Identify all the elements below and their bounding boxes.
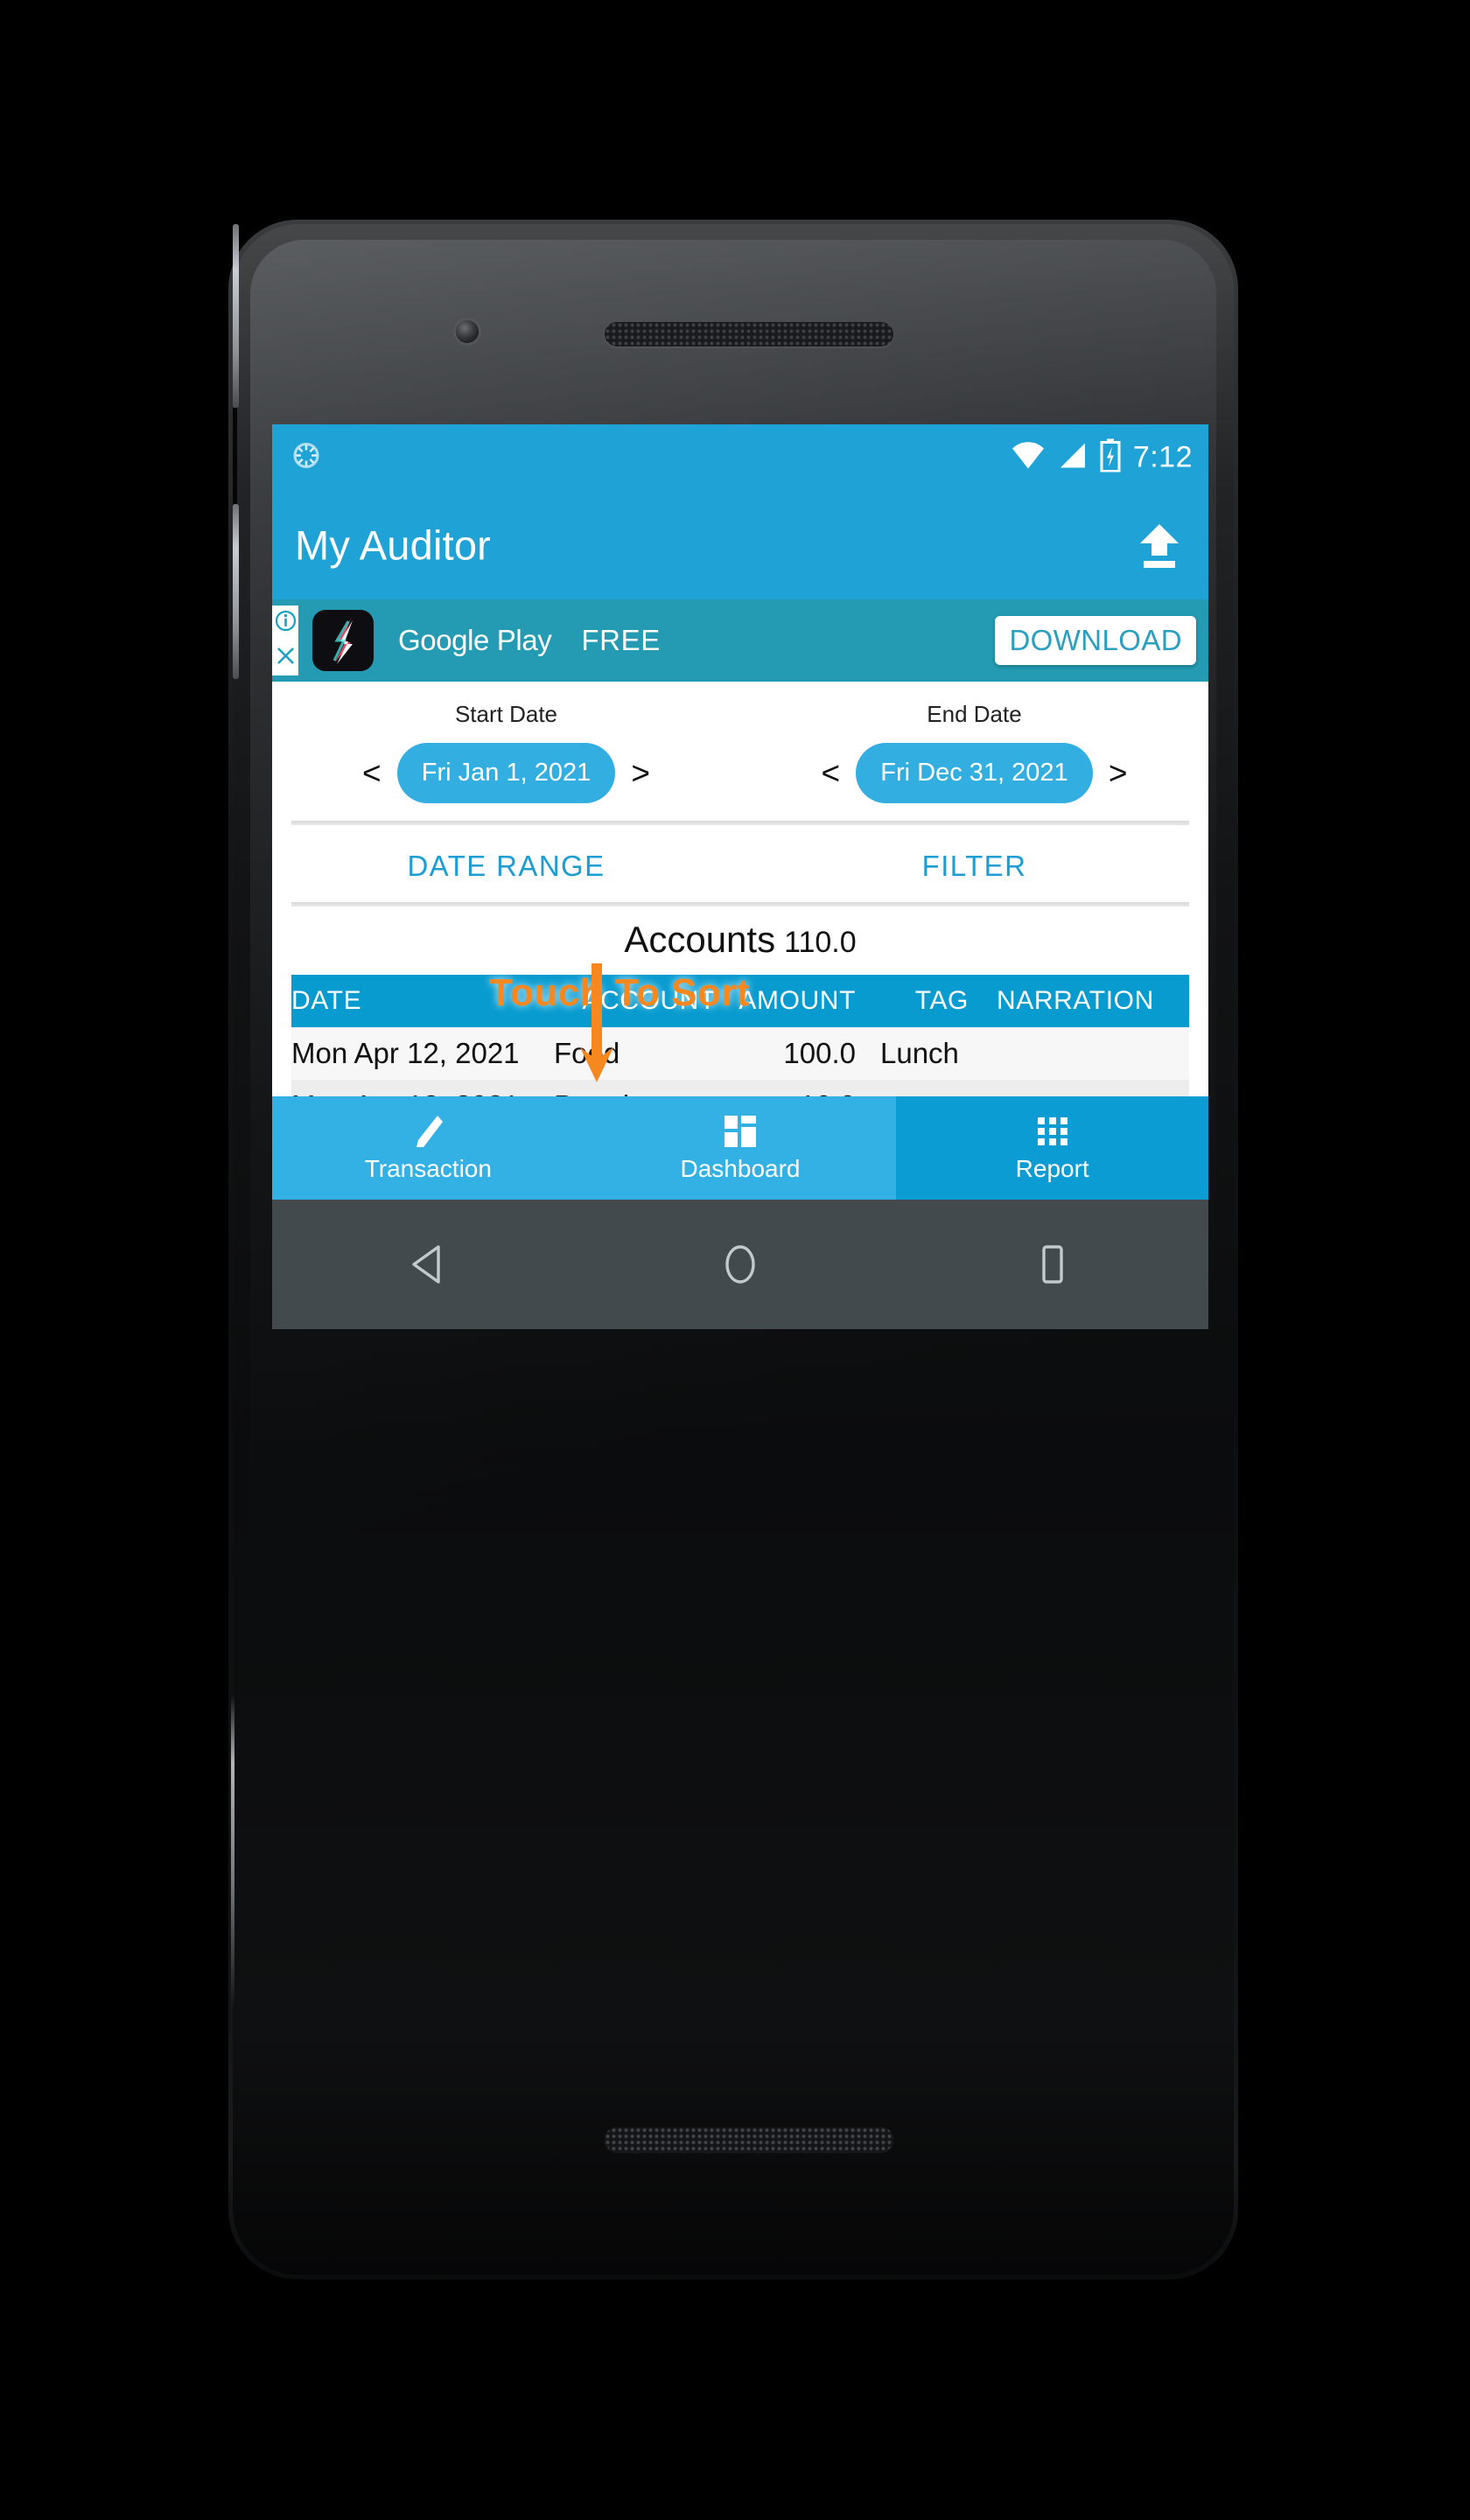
ad-store-label: Google Play bbox=[398, 624, 552, 656]
grid-icon bbox=[1035, 1113, 1070, 1150]
ad-price-label: FREE bbox=[581, 624, 661, 656]
section-header-accounts[interactable]: Accounts 110.0 bbox=[272, 906, 1208, 975]
start-date-prev-button[interactable]: < bbox=[360, 757, 383, 789]
phone-bezel: 7:12 My Auditor Google Play FREE DOWNLOA… bbox=[231, 224, 1234, 2275]
recents-square-icon[interactable] bbox=[1029, 1241, 1076, 1288]
sync-spinner-icon bbox=[291, 441, 321, 475]
status-bar: 7:12 bbox=[272, 424, 1208, 491]
date-range-row: Start Date < Fri Jan 1, 2021 > End Date … bbox=[272, 682, 1208, 803]
bottom-nav-transaction[interactable]: Transaction bbox=[272, 1096, 584, 1200]
status-bar-indicators: 7:12 bbox=[1011, 438, 1193, 477]
phone-device-frame: 7:12 My Auditor Google Play FREE DOWNLOA… bbox=[226, 217, 1241, 2282]
bottom-nav: Transaction Dashboard Report bbox=[272, 1096, 1208, 1200]
start-date-picker: Start Date < Fri Jan 1, 2021 > bbox=[272, 701, 740, 803]
upload-icon[interactable] bbox=[1133, 521, 1186, 570]
home-circle-icon[interactable] bbox=[717, 1241, 764, 1288]
phone-screen: 7:12 My Auditor Google Play FREE DOWNLOA… bbox=[272, 424, 1208, 1329]
bottom-nav-dashboard-label: Dashboard bbox=[680, 1155, 801, 1182]
info-icon[interactable] bbox=[275, 610, 297, 636]
phone-right-recess bbox=[233, 408, 237, 504]
close-icon[interactable] bbox=[275, 645, 297, 671]
section-total-accounts: 110.0 bbox=[784, 926, 857, 959]
section-title-accounts: Accounts bbox=[624, 919, 776, 960]
start-date-next-button[interactable]: > bbox=[629, 757, 652, 789]
dashboard-icon bbox=[723, 1113, 758, 1150]
end-date-label: End Date bbox=[927, 701, 1022, 727]
end-date-next-button[interactable]: > bbox=[1107, 757, 1130, 789]
end-date-value[interactable]: Fri Dec 31, 2021 bbox=[856, 743, 1093, 803]
ad-text: Google Play FREE bbox=[398, 624, 661, 657]
table-row[interactable]: Mon Apr 12, 2021 Food 100.0 Lunch bbox=[291, 1027, 1189, 1080]
tab-bar: DATE RANGE FILTER bbox=[272, 825, 1208, 902]
power-button[interactable] bbox=[233, 224, 239, 408]
phone-left-highlight bbox=[231, 1694, 234, 2009]
end-date-prev-button[interactable]: < bbox=[819, 757, 842, 789]
status-bar-time: 7:12 bbox=[1132, 440, 1193, 474]
cell-signal-icon bbox=[1058, 441, 1088, 475]
start-date-label: Start Date bbox=[454, 701, 558, 727]
front-camera-icon bbox=[456, 320, 479, 343]
ad-download-button[interactable]: DOWNLOAD bbox=[995, 616, 1196, 665]
earpiece-speaker bbox=[605, 322, 893, 346]
bottom-nav-transaction-label: Transaction bbox=[364, 1155, 492, 1182]
app-bar: My Auditor bbox=[272, 491, 1208, 599]
start-date-value[interactable]: Fri Jan 1, 2021 bbox=[396, 743, 616, 803]
end-date-picker: End Date < Fri Dec 31, 2021 > bbox=[740, 701, 1208, 803]
bottom-nav-report[interactable]: Report bbox=[896, 1096, 1208, 1200]
back-triangle-icon[interactable] bbox=[404, 1241, 452, 1288]
ad-banner[interactable]: Google Play FREE DOWNLOAD bbox=[272, 599, 1208, 682]
tab-filter[interactable]: FILTER bbox=[740, 850, 1208, 883]
cell-tag: Lunch bbox=[880, 1037, 959, 1069]
col-tag[interactable]: TAG bbox=[856, 975, 974, 1027]
wifi-icon bbox=[1011, 441, 1046, 475]
cell-amount: 100.0 bbox=[783, 1037, 856, 1069]
pencil-icon bbox=[411, 1113, 444, 1150]
volume-button[interactable] bbox=[233, 504, 239, 679]
col-narration[interactable]: NARRATION bbox=[974, 975, 1189, 1027]
ad-badges bbox=[272, 606, 298, 676]
bottom-speaker bbox=[605, 2127, 893, 2152]
cell-date: Mon Apr 12, 2021 bbox=[291, 1037, 520, 1069]
cell-narration bbox=[974, 1027, 1189, 1080]
tab-date-range[interactable]: DATE RANGE bbox=[272, 850, 740, 883]
android-nav-bar bbox=[272, 1200, 1208, 1329]
sort-arrow-icon bbox=[580, 963, 613, 1082]
app-title: My Auditor bbox=[295, 522, 492, 569]
ad-app-icon bbox=[312, 610, 374, 671]
bottom-nav-dashboard[interactable]: Dashboard bbox=[584, 1096, 897, 1200]
battery-charging-icon bbox=[1100, 438, 1121, 477]
callout-touch-to-sort: Touch To Sort bbox=[489, 971, 751, 1014]
bottom-nav-report-label: Report bbox=[1015, 1155, 1089, 1182]
